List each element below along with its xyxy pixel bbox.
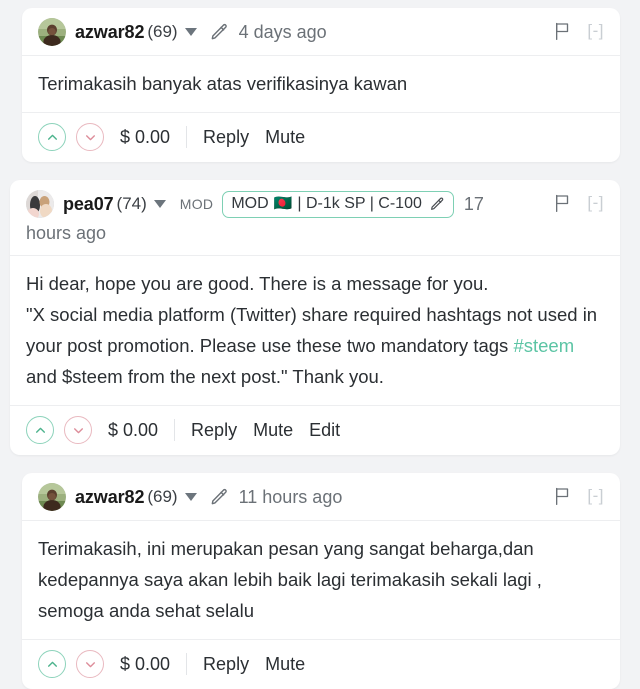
comment-header: pea07 (74) MOD MOD 🇧🇩 | D-1k SP | C-100 <box>10 180 620 256</box>
comment-card: pea07 (74) MOD MOD 🇧🇩 | D-1k SP | C-100 <box>10 180 620 455</box>
collapse-toggle[interactable]: [-] <box>587 190 604 216</box>
payout-amount[interactable]: $ 0.00 <box>120 654 170 675</box>
action-divider <box>174 419 176 441</box>
mute-button[interactable]: Mute <box>265 654 305 675</box>
comment-action-bar: $ 0.00 Reply Mute Edit <box>10 406 620 455</box>
collapse-toggle[interactable]: [-] <box>587 483 604 509</box>
mod-badge-prefix: MOD <box>231 194 269 212</box>
comment-timestamp: 4 days ago <box>238 22 327 42</box>
comment-body-line: "X social media platform (Twitter) share… <box>26 304 598 356</box>
comment-header: azwar82 (69) 4 days ago [-] <box>22 8 620 56</box>
collapse-toggle[interactable]: [-] <box>587 18 604 44</box>
reply-button[interactable]: Reply <box>203 654 249 675</box>
edit-button[interactable]: Edit <box>309 420 340 441</box>
reply-button[interactable]: Reply <box>203 127 249 148</box>
comment-author-name[interactable]: pea07 <box>63 191 114 217</box>
comment-timestamp-continued: hours ago <box>26 223 107 243</box>
comment-card: azwar82 (69) 4 days ago [-] Terimakasih … <box>22 8 620 162</box>
comment-body-paragraph: "X social media platform (Twitter) share… <box>26 299 604 392</box>
downvote-button[interactable] <box>64 416 92 444</box>
mod-badge-text: | D-1k SP | C-100 <box>297 194 422 212</box>
comment-header: azwar82 (69) 11 hours ago [-] <box>22 473 620 521</box>
chevron-down-icon[interactable] <box>184 493 197 501</box>
upvote-button[interactable] <box>38 650 66 678</box>
pencil-icon <box>209 487 229 507</box>
chevron-down-icon[interactable] <box>153 200 166 208</box>
downvote-button[interactable] <box>76 123 104 151</box>
mute-button[interactable]: Mute <box>253 420 293 441</box>
comment-body-line: and $steem from the next post." Thank yo… <box>26 366 384 387</box>
comment-author-block: pea07 (74) MOD MOD 🇧🇩 | D-1k SP | C-100 <box>26 190 542 218</box>
chevron-down-icon[interactable] <box>184 28 197 36</box>
upvote-button[interactable] <box>26 416 54 444</box>
flag-icon[interactable] <box>554 486 571 506</box>
action-divider <box>186 126 188 148</box>
avatar[interactable] <box>38 18 66 46</box>
payout-amount[interactable]: $ 0.00 <box>120 127 170 148</box>
comment-header-actions: [-] <box>542 483 604 509</box>
comment-timestamp: 17 <box>463 194 484 214</box>
flag-icon[interactable] <box>554 21 571 41</box>
comment-body-line: Hi dear, hope you are good. There is a m… <box>26 273 489 294</box>
mod-badge: MOD 🇧🇩 | D-1k SP | C-100 <box>222 190 454 218</box>
comment-body: Terimakasih banyak atas verifikasinya ka… <box>22 56 620 113</box>
comment-author-block: azwar82 (69) 4 days ago <box>38 18 542 46</box>
avatar[interactable] <box>26 190 54 218</box>
hashtag-link[interactable]: #steem <box>513 335 574 356</box>
comment-body-line: Terimakasih, ini merupakan pesan yang sa… <box>38 538 542 621</box>
comment-body-line: Terimakasih banyak atas verifikasinya ka… <box>38 73 408 94</box>
avatar[interactable] <box>38 483 66 511</box>
pencil-icon <box>429 196 445 212</box>
upvote-button[interactable] <box>38 123 66 151</box>
payout-amount[interactable]: $ 0.00 <box>108 420 158 441</box>
bangladesh-flag-icon: 🇧🇩 <box>273 194 293 212</box>
mod-label: MOD <box>179 196 214 212</box>
comment-header-actions: [-] <box>542 190 604 216</box>
comment-timestamp: 11 hours ago <box>238 487 343 507</box>
comment-body: Terimakasih, ini merupakan pesan yang sa… <box>22 521 620 640</box>
flag-icon[interactable] <box>554 193 571 213</box>
comment-card: azwar82 (69) 11 hours ago [-] Terimakasi… <box>22 473 620 689</box>
comment-action-bar: $ 0.00 Reply Mute <box>22 113 620 162</box>
mute-button[interactable]: Mute <box>265 127 305 148</box>
comment-author-reputation: (69) <box>147 487 178 506</box>
downvote-button[interactable] <box>76 650 104 678</box>
comment-body: Hi dear, hope you are good. There is a m… <box>10 256 620 406</box>
reply-button[interactable]: Reply <box>191 420 237 441</box>
comment-feed: azwar82 (69) 4 days ago [-] Terimakasih … <box>0 0 640 689</box>
comment-author-reputation: (69) <box>147 22 178 41</box>
comment-author-block: azwar82 (69) 11 hours ago <box>38 483 542 511</box>
pencil-icon <box>209 22 229 42</box>
comment-header-actions: [-] <box>542 18 604 44</box>
comment-author-name[interactable]: azwar82 <box>75 484 144 510</box>
comment-action-bar: $ 0.00 Reply Mute <box>22 640 620 689</box>
comment-author-reputation: (74) <box>116 194 147 213</box>
comment-author-name[interactable]: azwar82 <box>75 19 144 45</box>
action-divider <box>186 653 188 675</box>
